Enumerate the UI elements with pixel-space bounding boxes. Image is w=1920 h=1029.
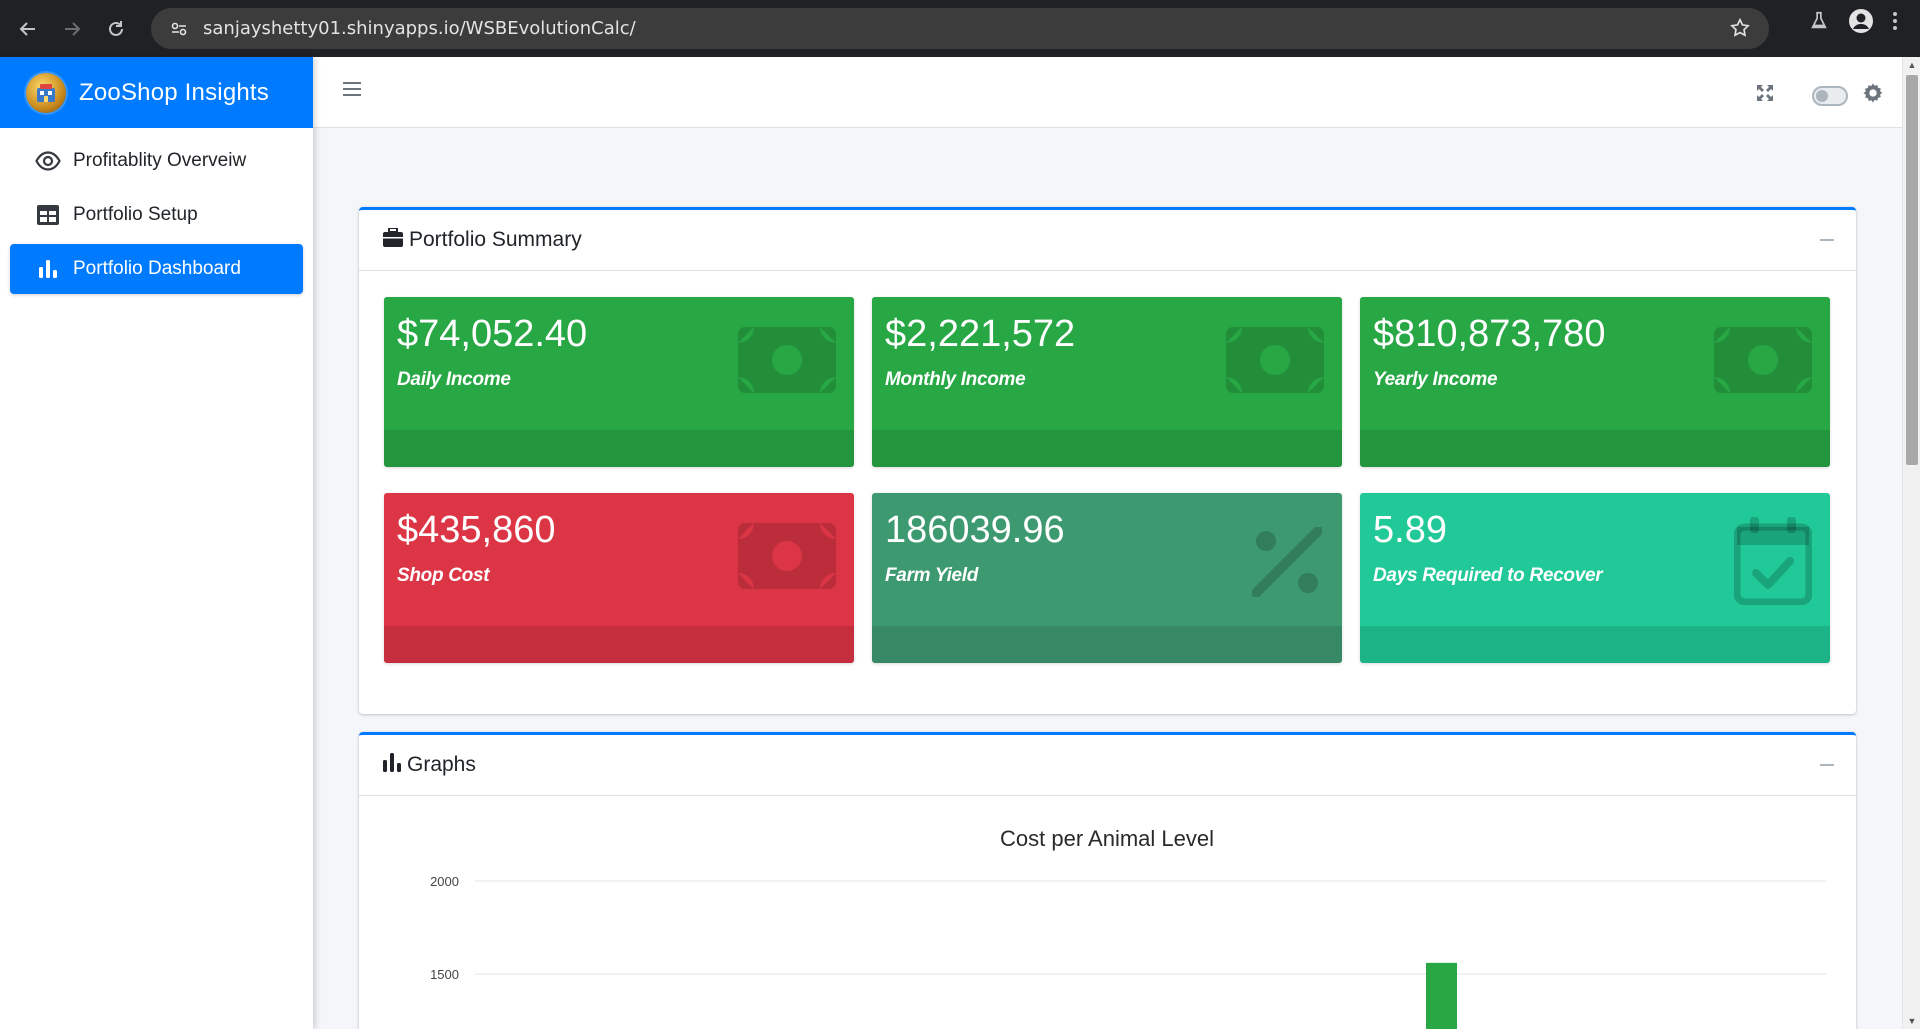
sidebar-toggle-button[interactable]: [343, 81, 361, 102]
bar-chart-icon: [34, 255, 62, 283]
value-box-footer: [1360, 430, 1830, 467]
sidebar-item-label: Profitablity Overveiw: [73, 150, 247, 171]
value-box-footer: [872, 430, 1342, 467]
sidebar-item-portfolio-dashboard[interactable]: Portfolio Dashboard: [10, 244, 303, 294]
value-box-footer: [384, 626, 854, 663]
arrow-right-icon: [65, 21, 81, 36]
sidebar-item-label: Portfolio Dashboard: [73, 258, 241, 279]
sidebar-nav: Profitablity Overveiw Portfolio Setup Po…: [0, 128, 313, 306]
eye-icon: [34, 147, 62, 175]
percent-icon: [1251, 526, 1323, 602]
labs-flask-icon[interactable]: [1808, 10, 1830, 37]
sidebar-item-profitability-overview[interactable]: Profitablity Overveiw: [10, 136, 303, 186]
reload-icon: [109, 20, 123, 36]
value-box-footer: [872, 626, 1342, 663]
calendar-check-icon: [1733, 517, 1813, 610]
value-box-yearly-income: $810,873,780 Yearly Income: [1360, 297, 1830, 467]
chart-svg: Cost per Animal Level 2000 1500: [430, 826, 1826, 1029]
chart-bar[interactable]: [1426, 962, 1457, 1029]
scroll-down-arrow-icon[interactable]: ▼: [1903, 1013, 1920, 1029]
brand-logo-icon: [26, 72, 66, 113]
fullscreen-button[interactable]: [1756, 84, 1774, 107]
top-navbar: [313, 57, 1902, 128]
scroll-up-arrow-icon[interactable]: ▲: [1903, 57, 1920, 73]
value-box-days-to-recover: 5.89 Days Required to Recover: [1360, 493, 1830, 663]
sidebar-item-label: Portfolio Setup: [73, 204, 198, 225]
briefcase-icon: [383, 227, 403, 252]
value-box-shop-cost: $435,860 Shop Cost: [384, 493, 854, 663]
browser-menu-icon[interactable]: [1892, 10, 1898, 37]
arrow-left-icon: [19, 21, 35, 36]
value-box-footer: [1360, 626, 1830, 663]
portfolio-summary-card: Portfolio Summary $74,052.40 Daily Incom…: [359, 207, 1856, 714]
forward-button[interactable]: [54, 11, 90, 47]
money-bill-icon: [1714, 327, 1812, 398]
card-title: Portfolio Summary: [409, 228, 582, 251]
graphs-card: Graphs Cost per Animal Level 2000 1500: [359, 732, 1856, 1029]
scroll-thumb[interactable]: [1906, 75, 1918, 465]
money-bill-icon: [738, 327, 836, 398]
brand-title: ZooShop Insights: [79, 78, 269, 106]
money-bill-icon: [1226, 327, 1324, 398]
back-button[interactable]: [10, 11, 46, 47]
table-icon: [34, 201, 62, 229]
sidebar-item-portfolio-setup[interactable]: Portfolio Setup: [10, 190, 303, 240]
gear-icon[interactable]: [1862, 82, 1884, 109]
y-tick-label: 2000: [430, 874, 459, 889]
url-text: sanjayshetty01.shinyapps.io/WSBEvolution…: [203, 18, 636, 39]
y-tick-label: 1500: [430, 967, 459, 982]
sidebar: ZooShop Insights Profitablity Overveiw P…: [0, 57, 313, 1029]
brand-link[interactable]: ZooShop Insights: [0, 57, 313, 128]
collapse-button[interactable]: [1820, 764, 1834, 766]
value-box-footer: [384, 430, 854, 467]
card-header: Portfolio Summary: [359, 210, 1856, 271]
hamburger-icon: [343, 82, 361, 96]
value-box-monthly-income: $2,221,572 Monthly Income: [872, 297, 1342, 467]
money-bill-icon: [738, 523, 836, 594]
browser-toolbar: sanjayshetty01.shinyapps.io/WSBEvolution…: [0, 0, 1920, 57]
expand-arrows-icon: [1757, 85, 1773, 101]
bookmark-star-icon[interactable]: [1729, 17, 1751, 44]
address-bar[interactable]: sanjayshetty01.shinyapps.io/WSBEvolution…: [151, 8, 1769, 49]
card-title: Graphs: [407, 753, 476, 776]
value-box-farm-yield: 186039.96 Farm Yield: [872, 493, 1342, 663]
card-header: Graphs: [359, 735, 1856, 796]
chart-title: Cost per Animal Level: [1000, 826, 1214, 851]
dark-mode-toggle[interactable]: [1812, 85, 1848, 106]
cost-per-animal-level-chart: Cost per Animal Level 2000 1500: [359, 799, 1856, 1029]
profile-avatar-icon[interactable]: [1848, 8, 1874, 39]
page-scrollbar[interactable]: ▲ ▼: [1902, 57, 1920, 1029]
reload-button[interactable]: [98, 11, 134, 47]
bar-chart-icon: [383, 753, 401, 777]
value-box-daily-income: $74,052.40 Daily Income: [384, 297, 854, 467]
site-info-icon[interactable]: [159, 19, 199, 39]
collapse-button[interactable]: [1820, 239, 1834, 241]
